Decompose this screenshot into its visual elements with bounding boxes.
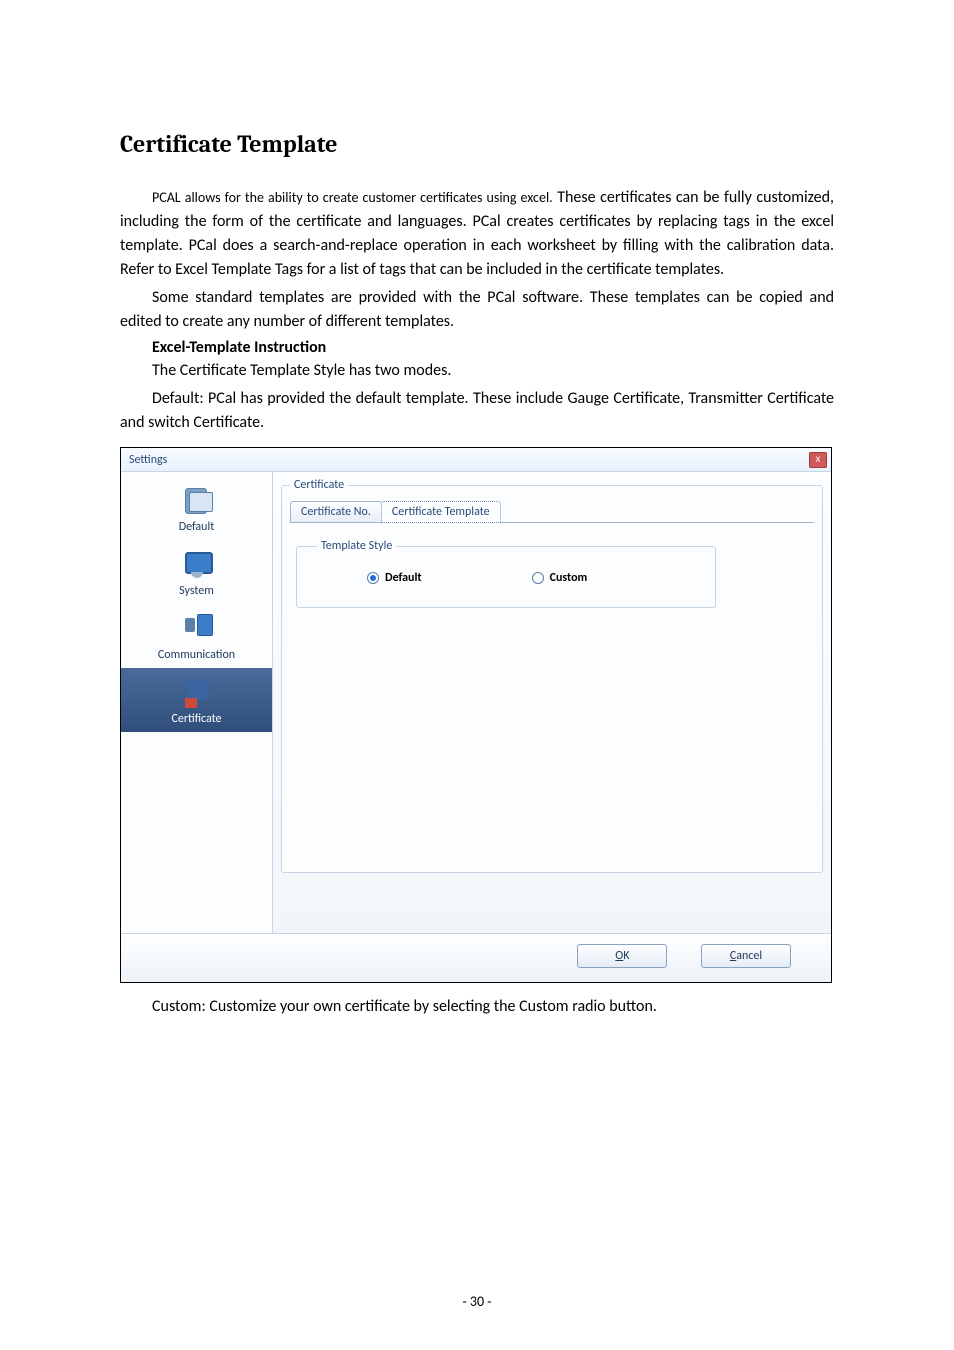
dialog-title-text: Settings — [129, 453, 167, 467]
sidebar-item-label: Communication — [121, 648, 272, 662]
tab-panel-certificate-template: Template Style Default Custom — [290, 522, 814, 752]
group-legend-template-style: Template Style — [317, 539, 396, 553]
certificate-icon — [179, 676, 215, 710]
dialog-titlebar: Settings x — [121, 448, 831, 472]
page-number: - 30 - — [0, 1293, 954, 1310]
sidebar-item-certificate[interactable]: Certificate — [121, 668, 272, 732]
section-heading: Certificate Template — [120, 130, 834, 158]
paragraph-4: Default: PCal has provided the default t… — [120, 387, 834, 435]
radio-default[interactable]: Default — [367, 571, 422, 585]
paragraph-2: Some standard templates are provided wit… — [120, 286, 834, 334]
cancel-button[interactable]: Cancel — [701, 944, 791, 968]
radio-label: Default — [385, 571, 422, 585]
sidebar-item-label: Default — [121, 520, 272, 534]
settings-dialog: Settings x Default System Communication — [120, 447, 832, 983]
monitor-icon — [179, 548, 215, 582]
paragraph-1: PCAL allows for the ability to create cu… — [120, 186, 834, 282]
tab-certificate-template[interactable]: Certificate Template — [381, 501, 501, 523]
sidebar-item-label: System — [121, 584, 272, 598]
radio-icon — [367, 572, 379, 584]
radio-icon — [532, 572, 544, 584]
certificate-group: Certificate Certificate No. Certificate … — [281, 478, 823, 873]
sidebar-item-system[interactable]: System — [121, 540, 272, 604]
paragraph-3: The Certificate Template Style has two m… — [120, 359, 834, 383]
communication-icon — [179, 612, 215, 646]
group-legend-certificate: Certificate — [290, 478, 348, 492]
radio-custom[interactable]: Custom — [532, 571, 588, 585]
dialog-footer: OK Cancel — [121, 933, 831, 982]
subheading-excel-template: Excel-Template Instruction — [120, 338, 834, 357]
sidebar-item-label: Certificate — [121, 712, 272, 726]
radio-label: Custom — [550, 571, 588, 585]
default-icon — [179, 484, 215, 518]
tab-certificate-no[interactable]: Certificate No. — [290, 501, 382, 523]
dialog-sidebar: Default System Communication Certificate — [121, 472, 273, 933]
sidebar-item-communication[interactable]: Communication — [121, 604, 272, 668]
close-icon[interactable]: x — [809, 452, 827, 468]
figure-caption: Custom: Customize your own certificate b… — [120, 997, 834, 1016]
template-style-group: Template Style Default Custom — [296, 539, 716, 608]
sidebar-item-default[interactable]: Default — [121, 476, 272, 540]
ok-button[interactable]: OK — [577, 944, 667, 968]
